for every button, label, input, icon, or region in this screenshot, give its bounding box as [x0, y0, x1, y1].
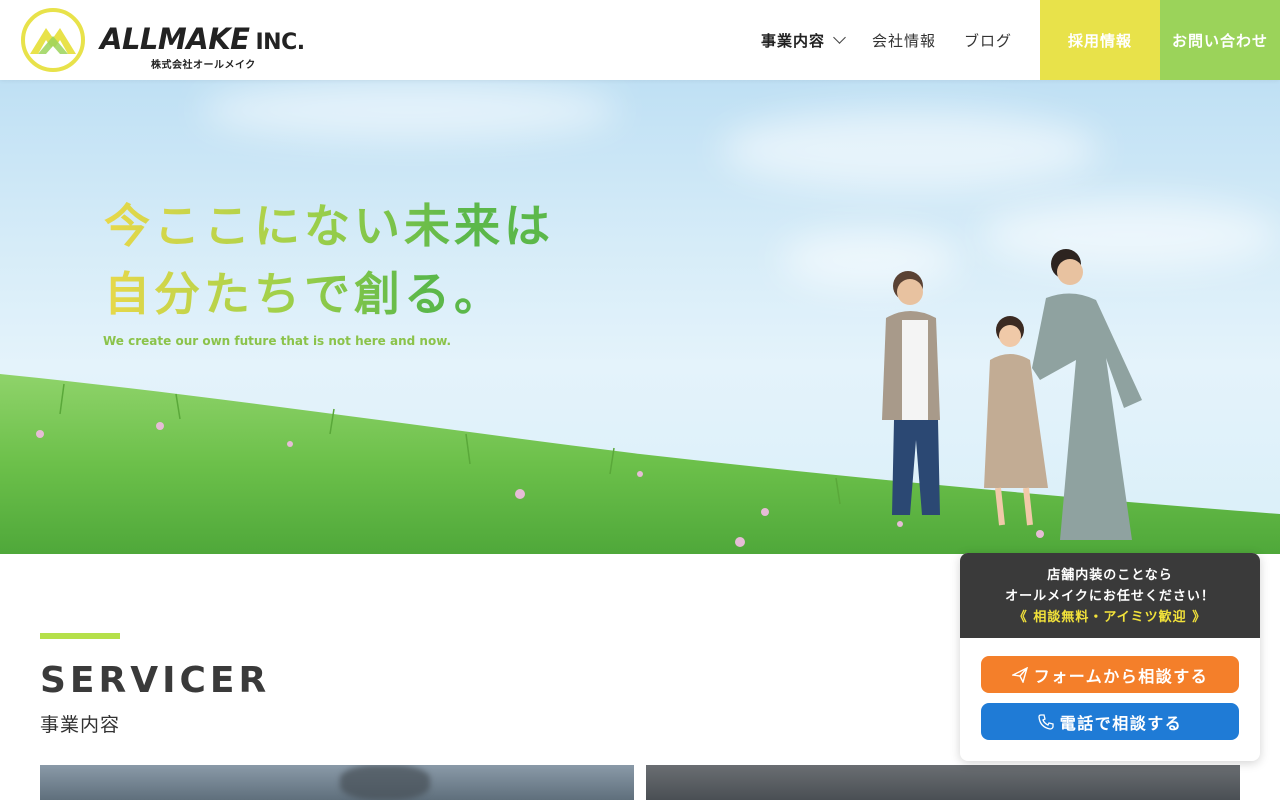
service-card-image[interactable]	[40, 765, 634, 800]
nav-recruit-button[interactable]: 採用情報	[1040, 0, 1160, 80]
nav-services[interactable]: 事業内容	[747, 0, 858, 80]
nav-services-label: 事業内容	[760, 31, 825, 50]
service-card-image[interactable]	[646, 765, 1240, 800]
family-photo	[882, 249, 1142, 540]
nav-company[interactable]: 会社情報	[858, 0, 950, 80]
nav-contact-button[interactable]: お問い合わせ	[1160, 0, 1280, 80]
allmake-logo-mark-icon	[21, 8, 85, 72]
logo-wordmark: ALLMAKE INC.	[100, 22, 305, 56]
services-heading: SERVICER	[40, 660, 271, 701]
form-consult-label: フォームから相談する	[1033, 666, 1209, 686]
site-header: ALLMAKE INC. 株式会社オールメイク 事業内容 会社情報 ブログ 採用情…	[0, 0, 1280, 80]
widget-header: 店舗内装のことなら オールメイクにお任せください！ 《 相談無料・アイミツ歓迎 …	[960, 553, 1260, 638]
hero-headline: 今ここにない未来は 自分たちで創る。	[104, 199, 554, 321]
nav-blog[interactable]: ブログ	[950, 0, 1026, 80]
chevron-down-icon	[833, 31, 846, 44]
section-accent-bar	[40, 633, 120, 639]
widget-highlight: 《 相談無料・アイミツ歓迎 》	[1013, 610, 1207, 625]
form-consult-button[interactable]: フォームから相談する	[981, 656, 1239, 693]
services-subheading: 事業内容	[40, 714, 121, 736]
paper-plane-icon	[1011, 666, 1028, 683]
hero-subtitle: We create our own future that is not her…	[103, 334, 452, 348]
widget-text-line: 店舗内装のことなら	[1047, 568, 1173, 583]
hero-banner: 今ここにない未来は 自分たちで創る。 We create our own fut…	[0, 80, 1280, 554]
tel-consult-button[interactable]: 電話で相談する	[981, 703, 1239, 740]
logo-company-name: 株式会社オールメイク	[151, 60, 256, 71]
tel-consult-label: 電話で相談する	[1059, 713, 1183, 733]
global-nav: 事業内容 会社情報 ブログ 採用情報 お問い合わせ	[747, 0, 1280, 80]
widget-text-line: オールメイクにお任せください！	[1005, 589, 1215, 604]
phone-icon	[1038, 713, 1054, 730]
consultation-widget: 店舗内装のことなら オールメイクにお任せください！ 《 相談無料・アイミツ歓迎 …	[960, 553, 1260, 761]
site-logo[interactable]: ALLMAKE INC. 株式会社オールメイク	[20, 8, 310, 72]
